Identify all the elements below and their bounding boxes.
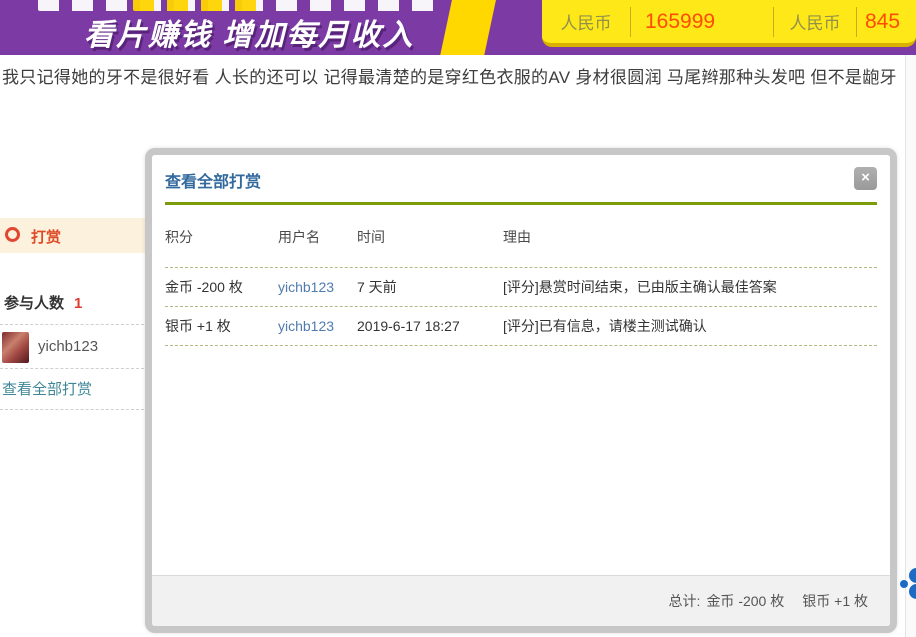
cell-time: 7 天前 xyxy=(357,268,503,306)
table-header-row: 积分 用户名 时间 理由 xyxy=(165,205,877,268)
username-link[interactable]: yichb123 xyxy=(38,338,98,355)
table-row: 银币 +1 枚 yichb123 2019-6-17 18:27 [评分]已有信… xyxy=(165,307,877,346)
post-excerpt: 我只记得她的牙不是很好看 人长的还可以 记得最清楚的是穿红色衣服的AV 身材很圆… xyxy=(2,64,905,92)
cell-username-link[interactable]: yichb123 xyxy=(278,309,357,343)
currency-value: 165999 xyxy=(631,10,773,34)
participants-row: 参与人数 1 xyxy=(4,292,82,313)
close-icon: × xyxy=(861,169,870,186)
column-header-time: 时间 xyxy=(357,216,503,257)
cell-username-link[interactable]: yichb123 xyxy=(278,270,357,304)
banner-diagonal-decoration xyxy=(439,0,497,55)
cell-reason: [评分]已有信息，请楼主测试确认 xyxy=(503,307,877,345)
scrollbar[interactable] xyxy=(905,55,916,637)
currency-label: 人民币 xyxy=(774,9,856,34)
currency-bar: 人民币 165999 人民币 845 xyxy=(542,0,916,47)
currency-label: 人民币 xyxy=(542,9,630,34)
cell-points: 金币 -200 枚 xyxy=(165,268,278,306)
page: { "banner": { "slogan": "看片赚钱 增加每月收入", "… xyxy=(0,0,916,637)
share-icon-node xyxy=(909,568,916,583)
modal-title: 查看全部打赏 xyxy=(152,155,890,202)
banner-slogan: 看片赚钱 增加每月收入 xyxy=(84,10,414,54)
avatar[interactable] xyxy=(2,332,29,363)
share-icon-node xyxy=(909,584,916,599)
separator xyxy=(0,368,144,369)
share-icon-node xyxy=(900,580,908,588)
column-header-points: 积分 xyxy=(165,216,278,257)
rewards-table: 积分 用户名 时间 理由 金币 -200 枚 yichb123 7 天前 [评分… xyxy=(165,205,877,346)
cell-time: 2019-6-17 18:27 xyxy=(357,309,503,343)
currency-value: 845 xyxy=(857,10,916,34)
reward-section-label: 打赏 xyxy=(31,226,61,247)
cell-reason: [评分]悬赏时间结束，已由版主确认最佳答案 xyxy=(503,268,877,306)
separator xyxy=(0,409,144,410)
ad-banner[interactable]: 看片赚钱 增加每月收入 人民币 165999 人民币 845 xyxy=(0,0,916,55)
rewards-modal-body: 查看全部打赏 × 积分 用户名 时间 理由 金币 -200 枚 yichb123… xyxy=(152,155,890,626)
silver-total: 银币 +1 枚 xyxy=(802,591,868,611)
participants-count: 1 xyxy=(74,295,82,312)
gold-total: 金币 -200 枚 xyxy=(706,591,784,611)
share-icon[interactable] xyxy=(900,569,916,599)
total-label: 总计: xyxy=(669,591,701,611)
column-header-reason: 理由 xyxy=(503,216,877,257)
participants-label: 参与人数 xyxy=(4,295,64,312)
close-button[interactable]: × xyxy=(854,167,877,190)
column-header-username: 用户名 xyxy=(278,216,357,257)
rewards-modal: 查看全部打赏 × 积分 用户名 时间 理由 金币 -200 枚 yichb123… xyxy=(145,148,897,633)
reward-circle-icon xyxy=(5,227,20,242)
reward-section-header: 打赏 xyxy=(0,218,145,253)
modal-footer: 总计: 金币 -200 枚 银币 +1 枚 xyxy=(152,575,890,626)
separator xyxy=(0,324,144,325)
table-row: 金币 -200 枚 yichb123 7 天前 [评分]悬赏时间结束，已由版主确… xyxy=(165,268,877,307)
cell-points: 银币 +1 枚 xyxy=(165,307,278,345)
view-all-rewards-link[interactable]: 查看全部打赏 xyxy=(2,378,92,399)
